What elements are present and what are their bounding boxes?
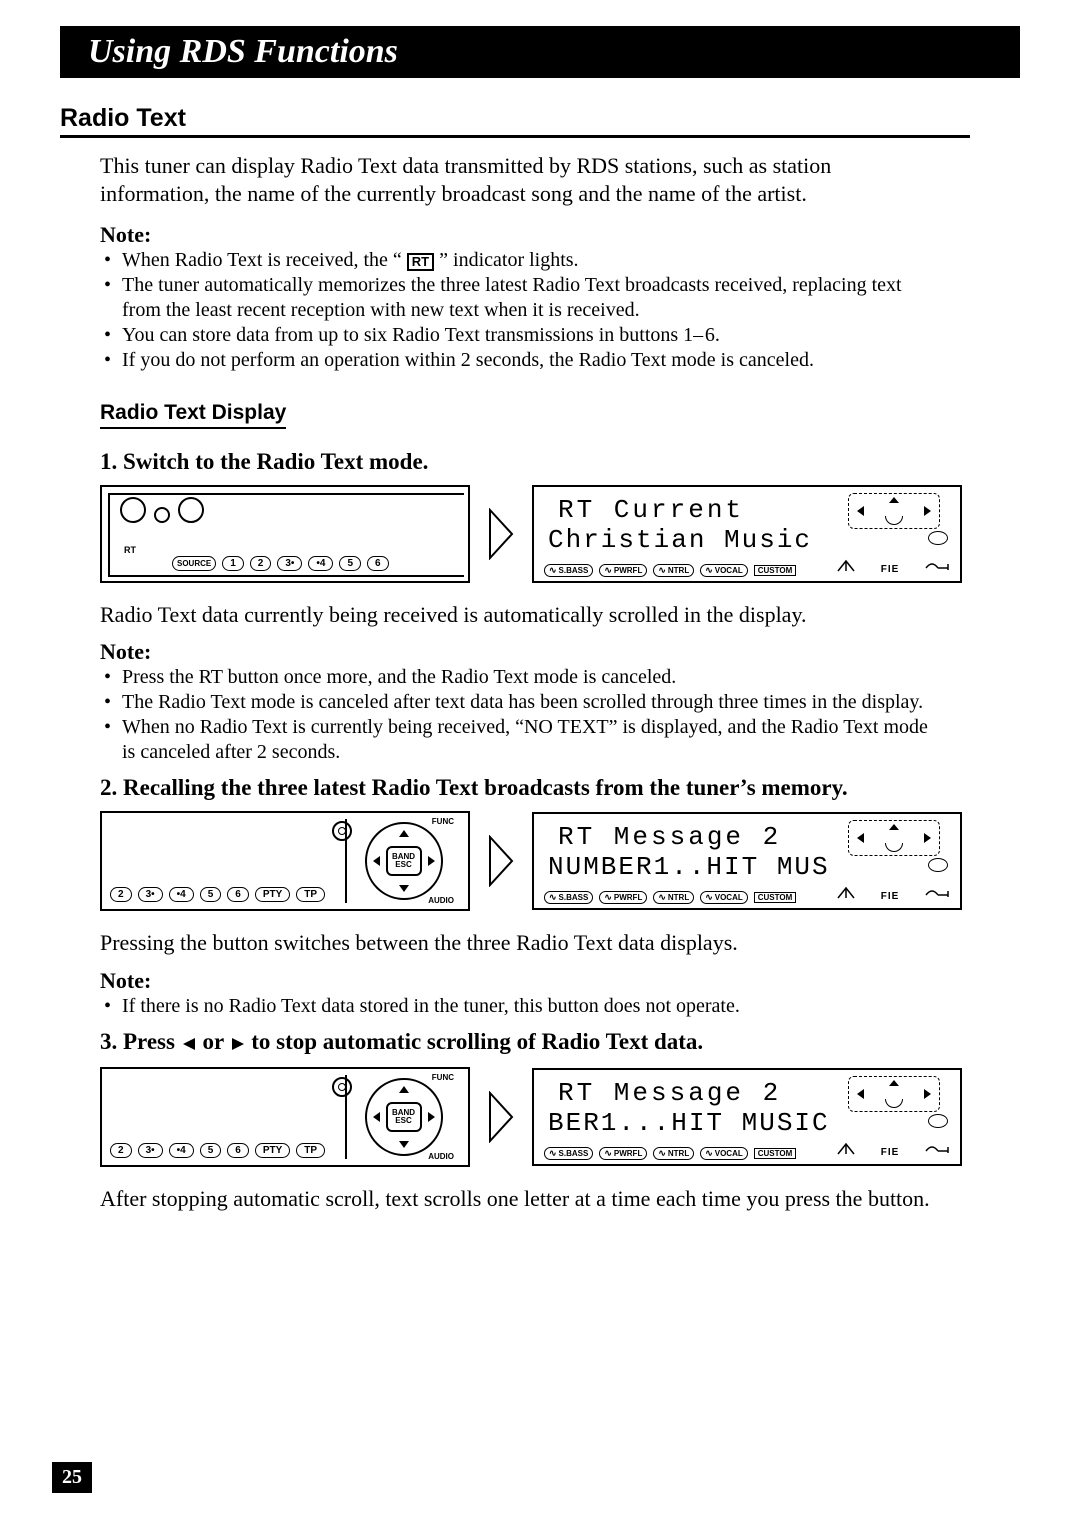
dpad-icon bbox=[848, 493, 940, 529]
preset-button: 5 bbox=[200, 1143, 222, 1158]
lcd-line2: BER1...HIT MUSIC bbox=[548, 1108, 830, 1138]
page-number: 25 bbox=[52, 1462, 92, 1493]
result-arrow-icon bbox=[488, 1091, 514, 1143]
subsection-title: Radio Text Display bbox=[100, 401, 286, 429]
preset-button: 3• bbox=[138, 1143, 163, 1158]
note-label: Note: bbox=[100, 222, 1020, 248]
step-2-after: Pressing the button switches between the… bbox=[100, 929, 930, 957]
preset-button: 6 bbox=[227, 887, 249, 902]
rt-indicator-icon: RT bbox=[407, 253, 434, 271]
preset-button: 3• bbox=[138, 887, 163, 902]
preset-button: 6 bbox=[367, 556, 389, 571]
note-item: The Radio Text mode is canceled after te… bbox=[100, 690, 930, 715]
fie-label: FIE bbox=[881, 891, 900, 902]
preset-button: 6 bbox=[227, 1143, 249, 1158]
step-1-notes: Press the RT button once more, and the R… bbox=[100, 665, 930, 765]
preset-button: •4 bbox=[308, 556, 333, 571]
note-item: If you do not perform an operation withi… bbox=[100, 348, 930, 373]
note-item: You can store data from up to six Radio … bbox=[100, 323, 930, 348]
step-2-heading: 2. Recalling the three latest Radio Text… bbox=[100, 775, 1020, 801]
lcd-display: RT Message 2 NUMBER1..HIT MUS ∿S.BASS ∿P… bbox=[532, 812, 962, 910]
section-title: Radio Text bbox=[60, 104, 970, 138]
chapter-title: Using RDS Functions bbox=[88, 33, 398, 71]
source-button: SOURCE bbox=[172, 556, 216, 571]
preset-button: 2 bbox=[110, 887, 132, 902]
disc-icon bbox=[928, 1114, 948, 1128]
fie-label: FIE bbox=[881, 564, 900, 575]
note-label: Note: bbox=[100, 968, 1020, 994]
preset-button: TP bbox=[296, 887, 325, 902]
tuner-face-panel: FUNC AUDIO BANDESC 2 3• •4 5 6 PTY TP bbox=[100, 811, 470, 911]
lcd-display: RT Current Christian Music ∿S.BASS ∿PWRF… bbox=[532, 485, 962, 583]
note-item: When no Radio Text is currently being re… bbox=[100, 715, 930, 765]
note-item: Press the RT button once more, and the R… bbox=[100, 665, 930, 690]
result-arrow-icon bbox=[488, 508, 514, 560]
intro-paragraph: This tuner can display Radio Text data t… bbox=[100, 152, 930, 208]
preset-button: PTY bbox=[255, 1143, 290, 1158]
left-arrow-icon bbox=[181, 1031, 197, 1057]
step-3-after: After stopping automatic scroll, text sc… bbox=[100, 1185, 930, 1213]
disc-icon bbox=[928, 858, 948, 872]
knob-icon bbox=[154, 507, 170, 523]
disc-icon bbox=[928, 531, 948, 545]
tuner-face-panel: RT SOURCE 1 2 3• •4 5 6 bbox=[100, 485, 470, 583]
lcd-tags: ∿S.BASS ∿PWRFL ∿NTRL ∿VOCAL CUSTOM bbox=[544, 891, 796, 904]
preset-button: 1 bbox=[222, 556, 244, 571]
preset-button: TP bbox=[296, 1143, 325, 1158]
note-item: The tuner automatically memorizes the th… bbox=[100, 273, 930, 323]
preset-button: •4 bbox=[169, 887, 194, 902]
note-item: When Radio Text is received, the “ RT ” … bbox=[100, 248, 930, 273]
band-knob-icon: BANDESC bbox=[365, 822, 443, 900]
connector-icon bbox=[924, 558, 950, 575]
preset-button: •4 bbox=[169, 1143, 194, 1158]
preset-button: 2 bbox=[110, 1143, 132, 1158]
step-2-notes: If there is no Radio Text data stored in… bbox=[100, 994, 930, 1019]
antenna-icon bbox=[836, 559, 856, 575]
note-list-1: When Radio Text is received, the “ RT ” … bbox=[100, 248, 930, 373]
lcd-tags: ∿S.BASS ∿PWRFL ∿NTRL ∿VOCAL CUSTOM bbox=[544, 564, 796, 577]
chapter-title-bar: Using RDS Functions bbox=[60, 26, 1020, 78]
dpad-icon bbox=[848, 820, 940, 856]
step-1-after: Radio Text data currently being received… bbox=[100, 601, 930, 629]
preset-button: 5 bbox=[339, 556, 361, 571]
result-arrow-icon bbox=[488, 835, 514, 887]
lcd-tags: ∿S.BASS ∿PWRFL ∿NTRL ∿VOCAL CUSTOM bbox=[544, 1147, 796, 1160]
knob-icon bbox=[178, 497, 204, 523]
step-1-heading: 1. Switch to the Radio Text mode. bbox=[100, 449, 1020, 475]
lcd-line1: RT Message 2 bbox=[558, 1078, 781, 1108]
preset-button: 3• bbox=[277, 556, 302, 571]
fie-label: FIE bbox=[881, 1147, 900, 1158]
connector-icon bbox=[924, 885, 950, 902]
knob-icon bbox=[120, 497, 146, 523]
antenna-icon bbox=[836, 1142, 856, 1158]
preset-button: 5 bbox=[200, 887, 222, 902]
step-3-heading: 3. Press or to stop automatic scrolling … bbox=[100, 1029, 1020, 1057]
lcd-line2: Christian Music bbox=[548, 525, 812, 555]
step-3-figure: FUNC AUDIO BANDESC 2 3• •4 5 6 PTY TP bbox=[100, 1067, 1020, 1167]
connector-icon bbox=[924, 1141, 950, 1158]
preset-button: PTY bbox=[255, 887, 290, 902]
lcd-line1: RT Current bbox=[558, 495, 744, 525]
step-1-figure: RT SOURCE 1 2 3• •4 5 6 RT Current Chris… bbox=[100, 485, 1020, 583]
band-knob-icon: BANDESC bbox=[365, 1078, 443, 1156]
lcd-line1: RT Message 2 bbox=[558, 822, 781, 852]
lcd-display: RT Message 2 BER1...HIT MUSIC ∿S.BASS ∿P… bbox=[532, 1068, 962, 1166]
right-arrow-icon bbox=[230, 1031, 246, 1057]
preset-button: 2 bbox=[250, 556, 272, 571]
tuner-face-panel: FUNC AUDIO BANDESC 2 3• •4 5 6 PTY TP bbox=[100, 1067, 470, 1167]
dpad-icon bbox=[848, 1076, 940, 1112]
rt-label: RT bbox=[124, 545, 136, 555]
antenna-icon bbox=[836, 886, 856, 902]
note-label: Note: bbox=[100, 639, 1020, 665]
step-2-figure: FUNC AUDIO BANDESC 2 3• •4 5 6 PTY TP bbox=[100, 811, 1020, 911]
lcd-line2: NUMBER1..HIT MUS bbox=[548, 852, 830, 882]
note-item: If there is no Radio Text data stored in… bbox=[100, 994, 930, 1019]
